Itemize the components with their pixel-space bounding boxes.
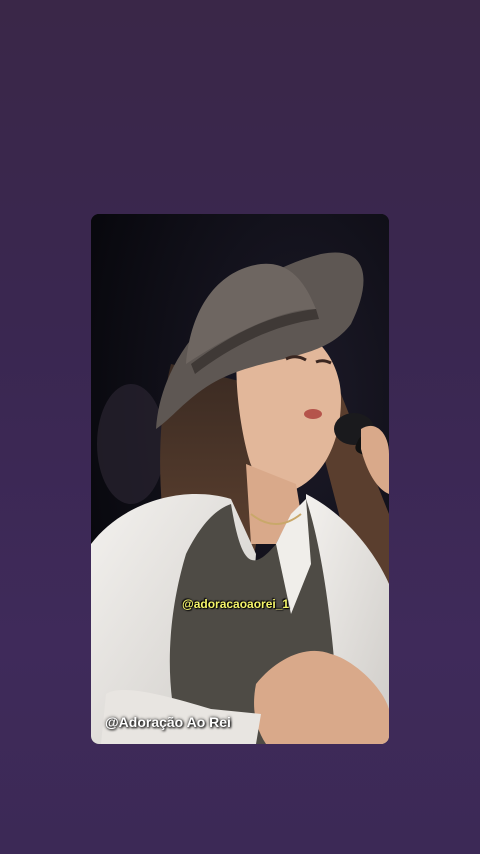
handle-overlay-text[interactable]: @adoracaoaorei_1 xyxy=(182,597,289,611)
story-video-card[interactable]: @Adoração Ao Rei xyxy=(91,214,389,744)
watermark-text: @Adoração Ao Rei xyxy=(105,714,231,730)
singer-photo xyxy=(91,214,389,744)
